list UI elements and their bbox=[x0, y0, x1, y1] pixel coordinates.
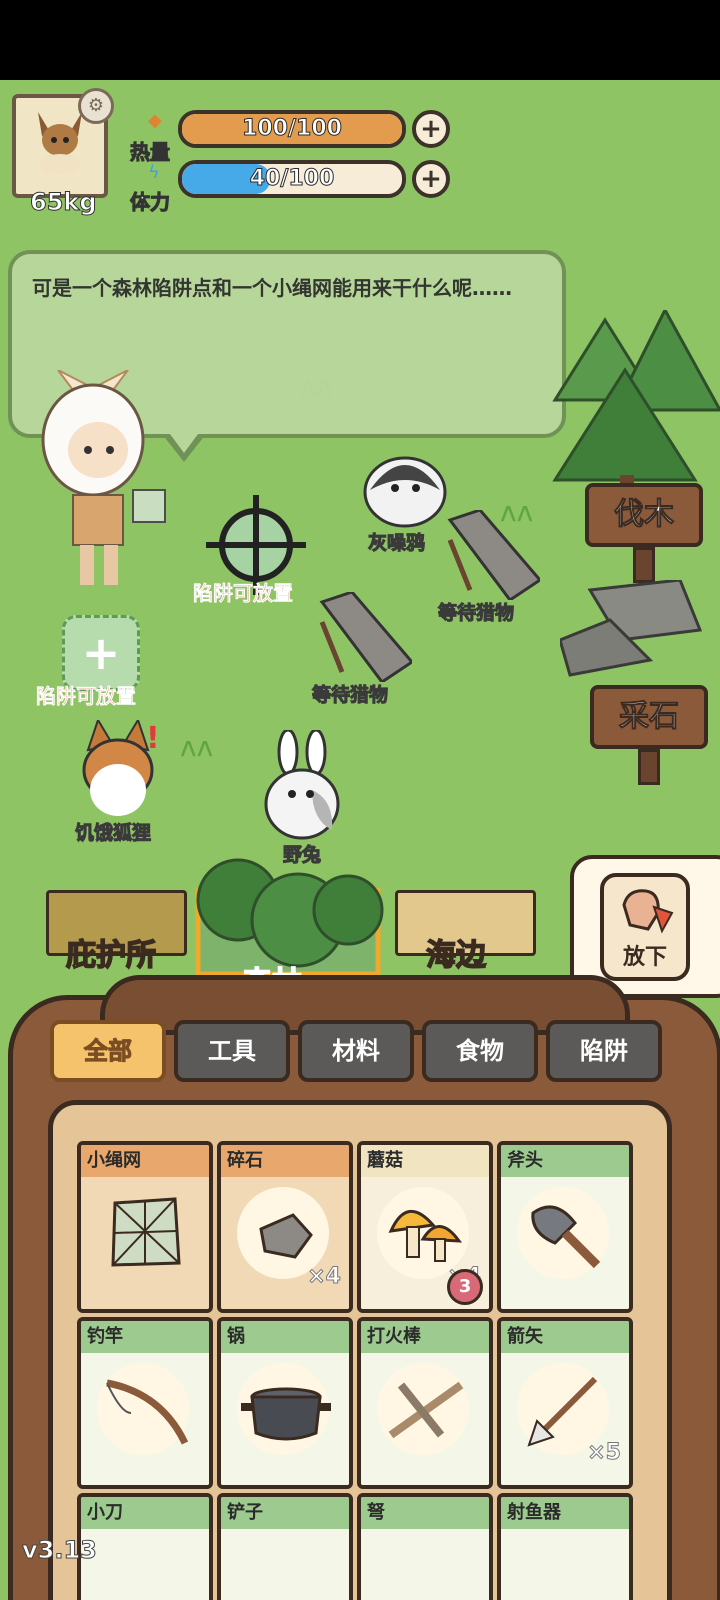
trap-waiting-label-2: 等待猎物 bbox=[311, 684, 389, 707]
hand-drop-icon bbox=[622, 889, 674, 934]
category-tab-all[interactable]: 全部 bbox=[50, 1020, 166, 1082]
svg-text:!: ! bbox=[146, 721, 160, 756]
inventory-item[interactable]: 小刀 bbox=[77, 1493, 213, 1600]
drop-button-face: 放下 bbox=[600, 873, 690, 981]
trap-placeable-label: 陷阱可放置 bbox=[193, 581, 294, 606]
calories-label: 热量 bbox=[130, 140, 171, 165]
calories-bar: 100/100 bbox=[178, 110, 406, 148]
fire-starter-icon bbox=[388, 1381, 464, 1439]
item-body bbox=[361, 1529, 489, 1600]
item-quantity: ×4 bbox=[307, 1264, 342, 1290]
game-scene[interactable]: ᴧᴧ ᴧᴧ ᴧᴧ ⚙ 65kg ◆ 热量 100/100 + ϟ 体力 40/1… bbox=[0, 80, 720, 1600]
item-name: 弩 bbox=[361, 1497, 489, 1529]
item-name: 锅 bbox=[221, 1321, 349, 1353]
inventory-item[interactable]: 铲子 bbox=[217, 1493, 353, 1600]
inventory-item[interactable]: 锅 bbox=[217, 1317, 353, 1489]
stamina-lightning-icon: ϟ bbox=[148, 162, 160, 183]
arrow-icon bbox=[527, 1376, 598, 1447]
weight-text: 65kg bbox=[30, 188, 98, 217]
rock-pile bbox=[560, 580, 703, 677]
crow-creature[interactable] bbox=[360, 450, 450, 530]
calories-value: 100/100 bbox=[242, 116, 343, 142]
item-body bbox=[501, 1177, 629, 1309]
dialog-tail bbox=[162, 430, 206, 462]
version-label: v3.13 bbox=[22, 1536, 98, 1565]
inventory-item[interactable]: 箭矢 ×5 bbox=[497, 1317, 633, 1489]
inventory-item[interactable]: 钓竿 bbox=[77, 1317, 213, 1489]
rabbit-creature[interactable] bbox=[262, 730, 344, 840]
add-calories-button[interactable]: + bbox=[412, 110, 450, 148]
gravel-icon bbox=[259, 1213, 313, 1259]
settings-gear-icon[interactable]: ⚙ bbox=[78, 88, 114, 124]
stamina-bar: 40/100 bbox=[178, 160, 406, 198]
crow-name: 灰噪鸦 bbox=[367, 532, 426, 555]
item-name: 射鱼器 bbox=[501, 1497, 629, 1529]
item-body bbox=[221, 1353, 349, 1485]
category-tab-food[interactable]: 食物 bbox=[422, 1020, 538, 1082]
item-body: ×5 bbox=[501, 1353, 629, 1485]
inventory-item[interactable]: 斧头 bbox=[497, 1141, 633, 1313]
inventory-item[interactable]: 射鱼器 bbox=[497, 1493, 633, 1600]
inventory-item[interactable]: 蘑菇 ×4 3 bbox=[357, 1141, 493, 1313]
status-bar bbox=[0, 0, 720, 80]
sign-post bbox=[638, 749, 660, 785]
stone-trap-2[interactable] bbox=[312, 592, 412, 682]
wood-sign-label: 伐木 bbox=[614, 497, 675, 533]
item-name: 蘑菇 bbox=[361, 1145, 489, 1177]
location-shelter-label: 庇护所 bbox=[65, 937, 157, 974]
freshness-badge: 3 bbox=[447, 1269, 483, 1305]
mushroom-icon bbox=[388, 1209, 463, 1262]
fishing-rod-icon bbox=[106, 1379, 189, 1445]
inventory-grid: 小绳网 碎石 ×4 蘑菇 3 斧头 钓竿 锅 打火棒 箭矢 ×5 小刀 铲子 弩… bbox=[48, 1100, 672, 1600]
item-name: 铲子 bbox=[221, 1497, 349, 1529]
eevee-icon bbox=[38, 112, 82, 174]
category-tab-traps[interactable]: 陷阱 bbox=[546, 1020, 662, 1082]
item-name: 打火棒 bbox=[361, 1321, 489, 1353]
add-stamina-button[interactable]: + bbox=[412, 160, 450, 198]
item-name: 小刀 bbox=[81, 1497, 209, 1529]
inventory-item[interactable]: 打火棒 bbox=[357, 1317, 493, 1489]
item-body: ×4 3 bbox=[361, 1177, 489, 1309]
drop-button-label: 放下 bbox=[622, 945, 667, 970]
category-tab-tools[interactable]: 工具 bbox=[174, 1020, 290, 1082]
stamina-label: 体力 bbox=[130, 190, 171, 215]
player-character[interactable] bbox=[18, 370, 168, 590]
sign-post bbox=[633, 547, 655, 583]
trap-placeable-label: 陷阱可放置 bbox=[36, 684, 137, 709]
item-body bbox=[81, 1177, 209, 1309]
item-body bbox=[501, 1529, 629, 1600]
item-body bbox=[81, 1529, 209, 1600]
pot-icon bbox=[241, 1387, 331, 1441]
axe-icon bbox=[531, 1205, 601, 1269]
trap-waiting-label-1: 等待猎物 bbox=[437, 602, 515, 625]
stone-sign-label: 采石 bbox=[619, 699, 680, 735]
fox-name: 饥饿狐狸 bbox=[74, 822, 152, 845]
item-body: ×4 bbox=[221, 1177, 349, 1309]
inventory-item[interactable]: 小绳网 bbox=[77, 1141, 213, 1313]
inventory-item[interactable]: 碎石 ×4 bbox=[217, 1141, 353, 1313]
item-name: 箭矢 bbox=[501, 1321, 629, 1353]
stamina-value: 40/100 bbox=[249, 166, 335, 192]
location-beach-label: 海边 bbox=[425, 937, 487, 974]
item-body bbox=[361, 1353, 489, 1485]
wood-chopping-sign[interactable]: 伐木 bbox=[585, 483, 703, 583]
stone-trap-1[interactable] bbox=[440, 510, 540, 600]
rope-net-icon bbox=[111, 1197, 181, 1267]
inventory-item[interactable]: 弩 bbox=[357, 1493, 493, 1600]
item-quantity: ×5 bbox=[587, 1440, 622, 1466]
plus-icon: + bbox=[81, 626, 121, 680]
item-body bbox=[221, 1529, 349, 1600]
item-body bbox=[81, 1353, 209, 1485]
dialog-text: 可是一个森林陷阱点和一个小绳网能用来干什么呢…… bbox=[32, 276, 512, 300]
category-tab-materials[interactable]: 材料 bbox=[298, 1020, 414, 1082]
stone-quarry-sign[interactable]: 采石 bbox=[590, 685, 708, 785]
fox-creature[interactable]: ! bbox=[78, 720, 178, 820]
calories-icon: ◆ bbox=[148, 110, 162, 131]
item-name: 斧头 bbox=[501, 1145, 629, 1177]
forest-trees bbox=[552, 310, 720, 490]
item-name: 碎石 bbox=[221, 1145, 349, 1177]
grass-decoration: ᴧᴧ bbox=[180, 730, 214, 763]
item-name: 钓竿 bbox=[81, 1321, 209, 1353]
item-name: 小绳网 bbox=[81, 1145, 209, 1177]
